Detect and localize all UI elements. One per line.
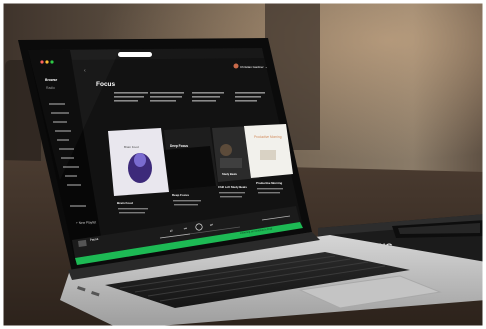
- card-artwork-shadow: [164, 146, 216, 190]
- photo-svg: ONE THING Browse Radio + New Playl: [0, 0, 486, 329]
- card-artwork-label: Productive Morning: [254, 135, 282, 139]
- card-title: Productive Morning: [256, 181, 283, 185]
- card-artwork-desk: [220, 158, 242, 168]
- card-title: Brain Food: [117, 201, 133, 205]
- card-artwork-photo: [260, 150, 276, 160]
- avatar[interactable]: [233, 63, 239, 69]
- card-title: Chill Lofi Study Beats: [218, 185, 247, 189]
- card-artwork-figure: [220, 144, 232, 156]
- card-artwork-label: Deep Focus: [170, 144, 188, 148]
- card-artwork-label: Brain Food: [124, 145, 139, 149]
- shuffle-icon[interactable]: ⇄: [170, 229, 174, 233]
- card-artwork-label: Study Beats: [222, 172, 238, 176]
- photo-scene: ONE THING Browse Radio + New Playl: [0, 0, 486, 329]
- chevron-down-icon[interactable]: ⌄: [265, 65, 268, 69]
- playlist-card[interactable]: Deep Focus Deep Focus: [164, 127, 218, 197]
- previous-icon[interactable]: ⏮: [184, 227, 188, 231]
- sidebar-new-playlist[interactable]: + New Playlist: [76, 220, 96, 225]
- card-title: Deep Focus: [172, 193, 189, 197]
- user-name[interactable]: Christian Gardner: [240, 65, 264, 69]
- search-input[interactable]: [118, 52, 152, 57]
- now-playing-cover: [78, 239, 87, 247]
- card-artwork-face: [134, 153, 146, 167]
